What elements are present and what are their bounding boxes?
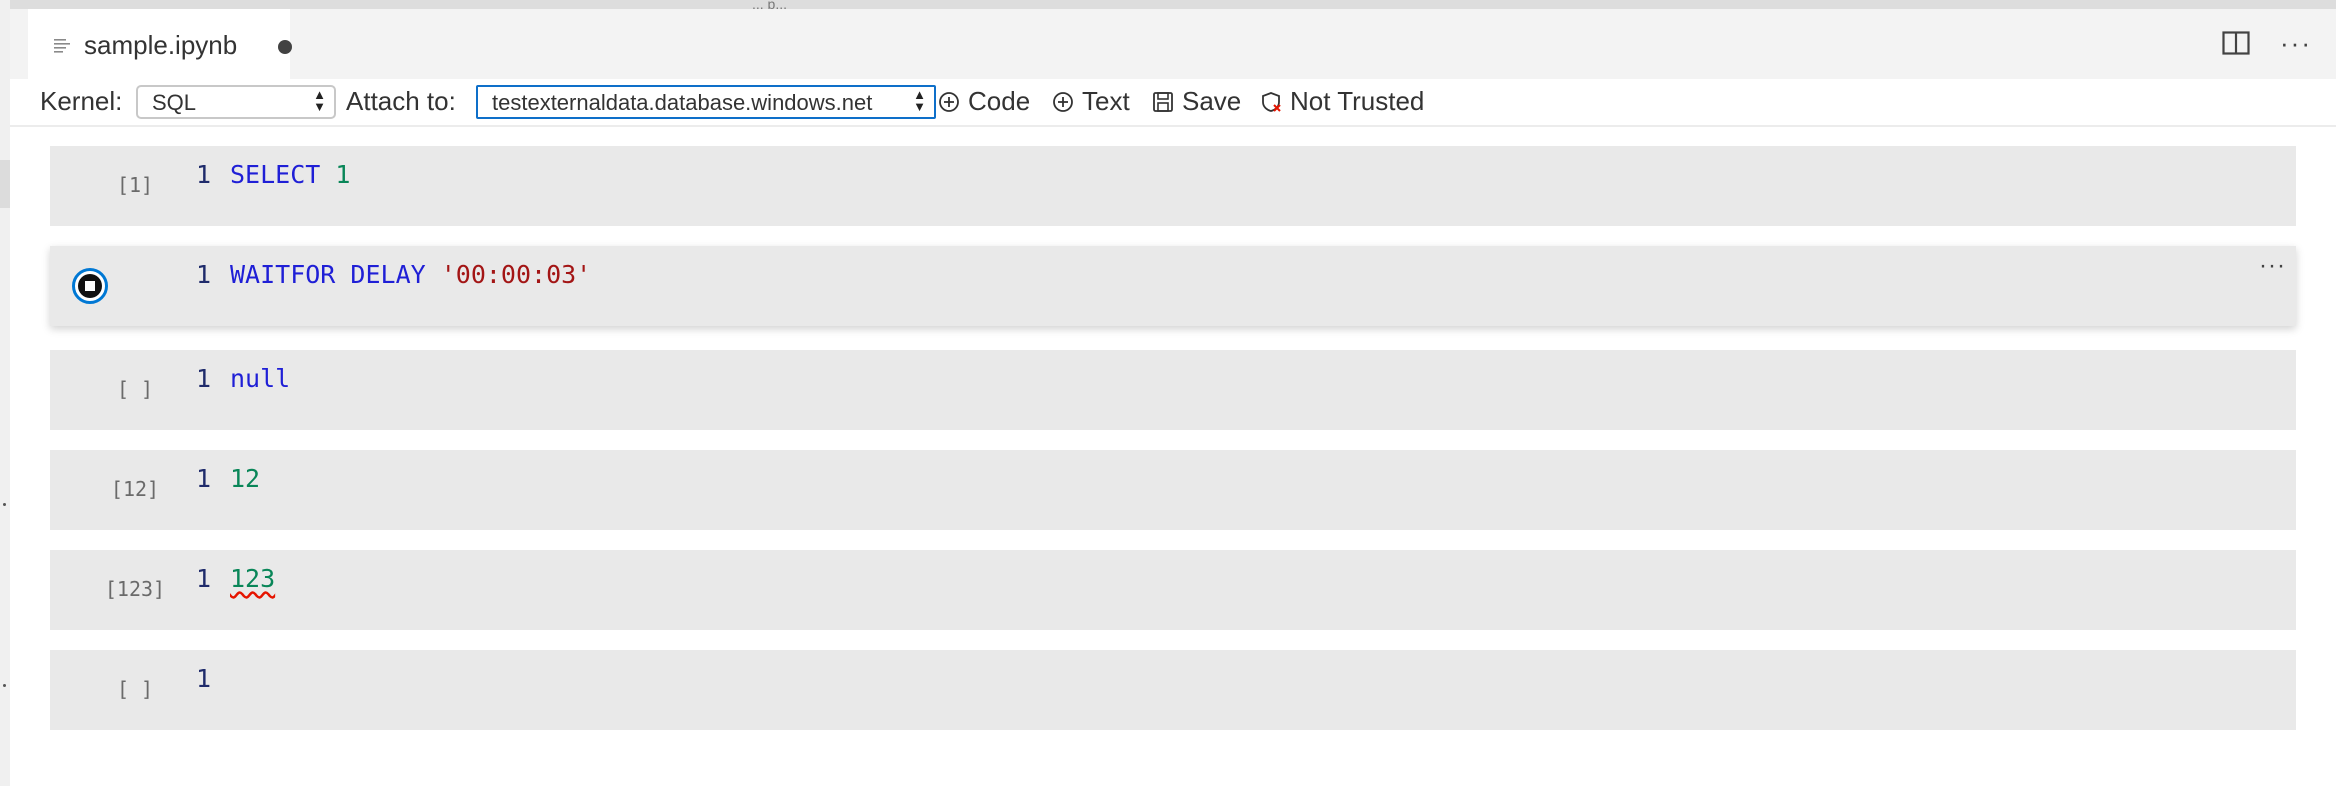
cell-code[interactable]: 123 [230, 564, 275, 593]
code-token: '00:00:03' [440, 260, 592, 289]
code-cell[interactable]: [ ] 1 [50, 650, 2296, 730]
code-token: 12 [230, 464, 261, 493]
execution-count: [12] [110, 477, 160, 501]
cell-code[interactable]: SELECT 1 [230, 160, 350, 189]
line-number: 1 [196, 564, 212, 593]
attach-label: Attach to: [346, 86, 456, 116]
cell-code[interactable]: WAITFOR DELAY '00:00:03' [230, 260, 591, 289]
code-cell[interactable]: [1] 1 SELECT 1 [50, 146, 2296, 226]
file-lines-icon [54, 39, 70, 53]
kernel-select[interactable]: SQL ▲ ▼ [136, 85, 336, 119]
line-number: 1 [196, 160, 212, 189]
code-cell[interactable]: [ ] 1 null [50, 350, 2296, 430]
execution-count: [1] [116, 173, 154, 197]
title-bar: ... p... [0, 0, 2336, 12]
tab-sample-ipynb[interactable]: sample.ipynb [28, 9, 292, 79]
execution-count: [ ] [116, 377, 154, 401]
notebook-toolbar: Kernel: SQL ▲ ▼ Attach to: testexternalda… [10, 79, 2336, 127]
unsaved-dot-icon[interactable] [278, 40, 292, 54]
shield-untrusted-icon [1262, 91, 1281, 112]
split-editor-icon[interactable] [2222, 31, 2250, 55]
tab-title: sample.ipynb [84, 30, 238, 60]
cell-code[interactable]: null [230, 364, 290, 393]
save-label: Save [1182, 86, 1242, 116]
cell-more-actions-icon[interactable]: ··· [2259, 252, 2286, 280]
trust-label: Not Trusted [1290, 86, 1425, 116]
editor-actions: ··· [2222, 30, 2312, 56]
add-text-label: Text [1082, 86, 1130, 116]
line-number: 1 [196, 664, 212, 693]
select-arrows-icon: ▲ ▼ [313, 87, 326, 114]
gutter-dot [3, 503, 6, 506]
code-token: SELECT [230, 160, 336, 189]
code-cell[interactable]: [123] 1 123 [50, 550, 2296, 630]
more-actions-icon[interactable]: ··· [2280, 30, 2312, 56]
tab-strip: sample.ipynb ··· [10, 9, 2336, 79]
code-token: 123 [230, 564, 276, 593]
code-token: WAITFOR DELAY [230, 260, 441, 289]
gutter-dot [3, 684, 6, 687]
cell-code[interactable]: 12 [230, 464, 260, 493]
stop-icon [78, 274, 102, 298]
add-text-button[interactable]: Text [1052, 86, 1130, 117]
attach-select[interactable]: testexternaldata.database.windows.net ▲ ▼ [476, 85, 936, 119]
add-code-label: Code [968, 86, 1031, 116]
notebook-window: ... p... sample.ipynb ··· Kernel: SQL ▲ … [0, 0, 2336, 786]
plus-circle-icon [1053, 91, 1073, 112]
kernel-label: Kernel: [40, 86, 123, 116]
add-code-button[interactable]: Code [938, 86, 1030, 117]
kernel-value: SQL [152, 90, 197, 115]
select-arrows-icon: ▲ ▼ [913, 87, 926, 114]
left-gutter [0, 0, 10, 786]
line-number: 1 [196, 260, 212, 289]
trust-button[interactable]: Not Trusted [1260, 86, 1424, 117]
code-cell-running[interactable]: 1 WAITFOR DELAY '00:00:03' ··· [50, 246, 2296, 326]
plus-circle-icon [939, 91, 959, 112]
line-number: 1 [196, 364, 212, 393]
code-token: null [230, 364, 291, 393]
code-cell[interactable]: [12] 1 12 [50, 450, 2296, 530]
save-disk-icon [1153, 91, 1173, 112]
gutter-highlight [0, 160, 10, 208]
code-token: 1 [335, 160, 351, 189]
save-button[interactable]: Save [1152, 86, 1241, 117]
stop-execution-button[interactable] [72, 268, 108, 304]
attach-value: testexternaldata.database.windows.net [492, 90, 873, 115]
execution-count: [123] [104, 577, 166, 601]
execution-count: [ ] [116, 677, 154, 701]
line-number: 1 [196, 464, 212, 493]
